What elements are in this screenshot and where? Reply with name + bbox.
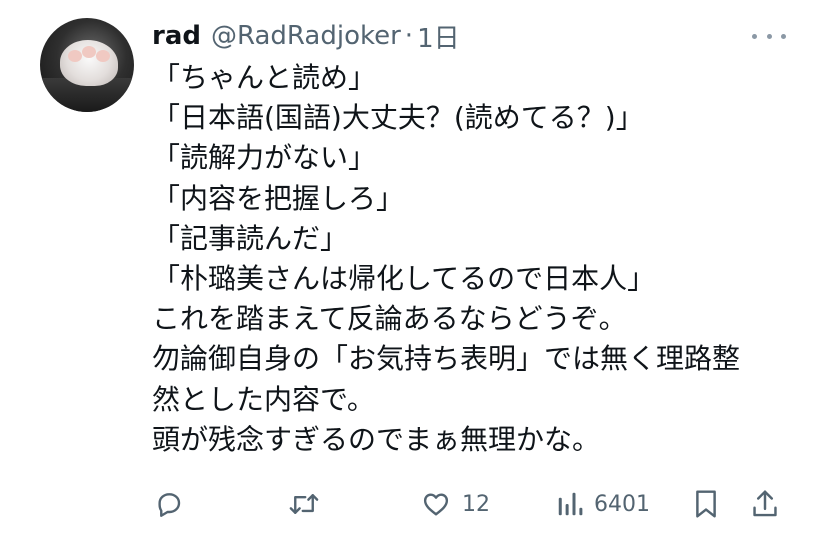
bookmark-icon [696, 490, 716, 518]
tweet-line: これを踏まえて反論あるならどうぞ。 [152, 302, 627, 336]
tweet-line: 「記事読んだ」 [152, 221, 349, 255]
tweet-line: 「読解力がない」 [152, 141, 377, 175]
tweet-line: 「内容を把握しろ」 [152, 181, 405, 215]
tweet-line: 「日本語(国語)大丈夫？(読めてる？)」 [152, 101, 644, 135]
more-options-icon[interactable] [752, 24, 786, 48]
heart-icon [423, 493, 449, 516]
views-button[interactable]: 6401 [556, 482, 650, 526]
tweet-header: rad @RadRadjoker · 1日 [152, 18, 460, 54]
author-display-name[interactable]: rad [152, 21, 201, 51]
avatar[interactable] [40, 18, 134, 112]
share-button[interactable] [750, 482, 780, 526]
share-upload-icon [753, 490, 777, 517]
tweet-text: 「ちゃんと読め」 「日本語(国語)大丈夫？(読めてる？)」 「読解力がない」 「… [152, 58, 802, 460]
like-count: 12 [462, 491, 490, 517]
bookmark-button[interactable] [692, 482, 720, 526]
bar-chart-icon [558, 492, 583, 516]
tweet-line: 「ちゃんと読め」 [152, 61, 377, 94]
cat-paw-image [60, 40, 118, 86]
tweet-line: 勿論御自身の「お気持ち表明」では無く理路整 [152, 342, 741, 376]
timestamp[interactable]: 1日 [417, 18, 460, 55]
tweet-line: 「朴璐美さんは帰化してるので日本人」 [152, 261, 656, 295]
separator-dot: · [404, 21, 414, 51]
views-count: 6401 [594, 491, 650, 517]
author-handle[interactable]: @RadRadjoker [211, 21, 401, 51]
retweet-button[interactable] [287, 482, 321, 526]
action-bar: 12 6401 [0, 482, 828, 526]
speech-bubble-icon [158, 493, 181, 517]
retweet-arrows-icon [289, 494, 319, 514]
tweet-line: 頭が残念すぎるのでまぁ無理かな。 [152, 422, 601, 456]
like-button[interactable]: 12 [420, 482, 490, 526]
tweet-line: 然とした内容で。 [152, 382, 375, 416]
reply-button[interactable] [154, 482, 184, 526]
